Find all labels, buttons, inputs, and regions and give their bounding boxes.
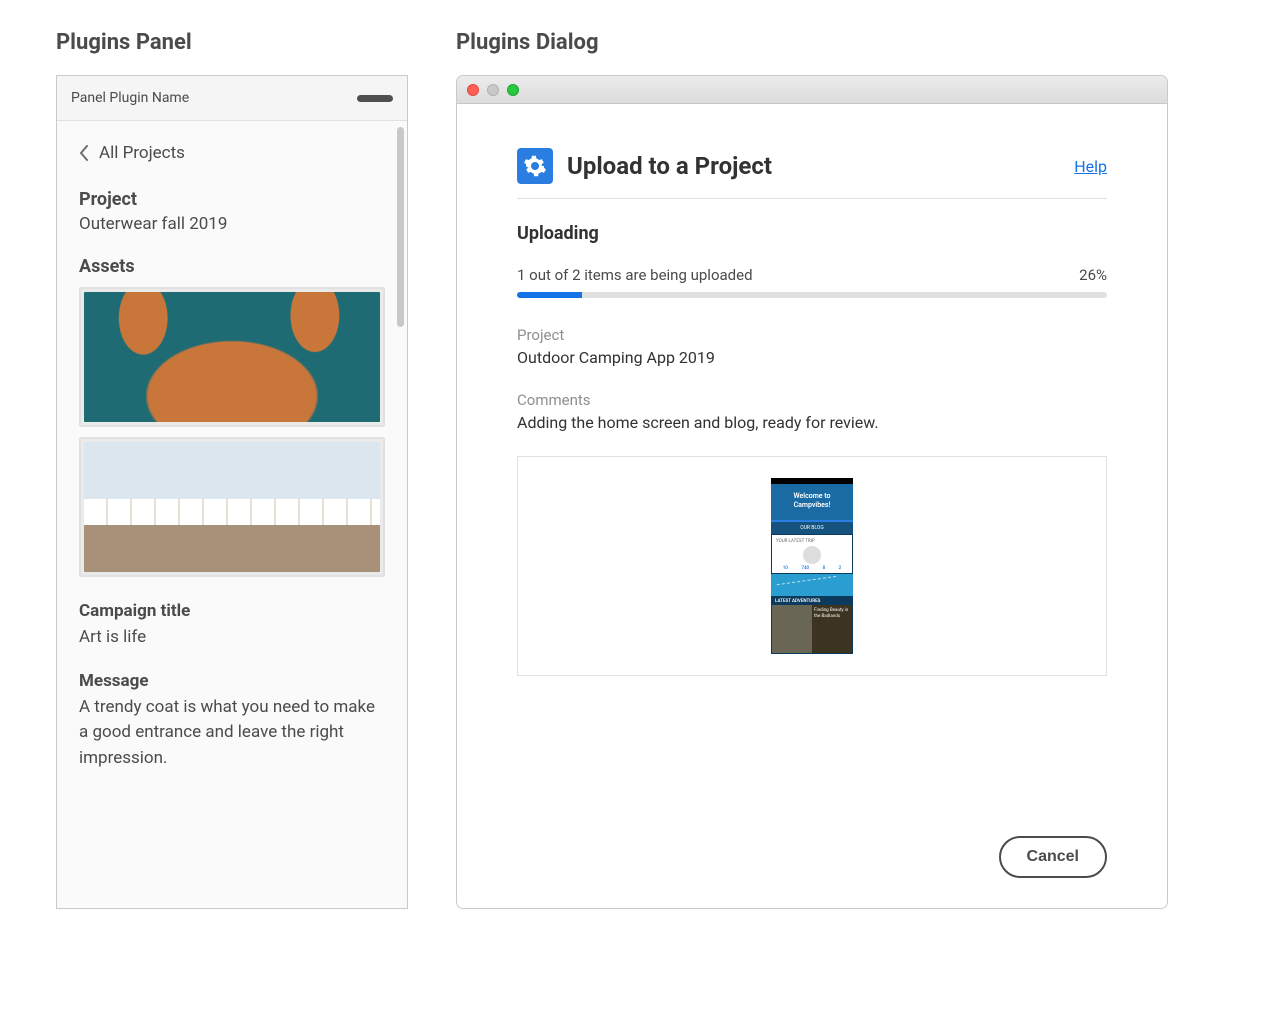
message-label: Message bbox=[79, 671, 385, 691]
project-label: Project bbox=[79, 189, 385, 210]
upload-preview: Welcome to Campvibes! OUR BLOG YOUR LATE… bbox=[517, 456, 1107, 676]
dialog-heading: Upload to a Project bbox=[567, 152, 1060, 180]
progress-status-text: 1 out of 2 items are being uploaded bbox=[517, 266, 753, 284]
window-titlebar bbox=[457, 76, 1167, 104]
comments-field-label: Comments bbox=[517, 391, 1107, 409]
cancel-button[interactable]: Cancel bbox=[999, 836, 1107, 878]
campaign-label: Campaign title bbox=[79, 601, 385, 621]
window-controls bbox=[467, 84, 519, 96]
assets-label: Assets bbox=[79, 256, 385, 277]
back-button[interactable]: All Projects bbox=[79, 143, 385, 163]
dialog-footer: Cancel bbox=[517, 836, 1107, 878]
message-value: A trendy coat is what you need to make a… bbox=[79, 695, 385, 772]
phone-mockup: Welcome to Campvibes! OUR BLOG YOUR LATE… bbox=[771, 478, 853, 654]
phone-adventures-label: LATEST ADVENTURES bbox=[771, 596, 853, 605]
panel-body: All Projects Project Outerwear fall 2019… bbox=[57, 121, 407, 908]
phone-blog-button: OUR BLOG bbox=[771, 520, 853, 534]
campaign-value: Art is life bbox=[79, 625, 385, 651]
project-field-label: Project bbox=[517, 326, 1107, 344]
progress-bar bbox=[517, 292, 1107, 298]
panel-header-handle[interactable] bbox=[357, 95, 393, 102]
panel-header-label: Panel Plugin Name bbox=[71, 90, 189, 106]
project-name: Outerwear fall 2019 bbox=[79, 214, 385, 234]
uploading-label: Uploading bbox=[517, 223, 1107, 244]
maximize-window-button[interactable] bbox=[507, 84, 519, 96]
dialog-body: Upload to a Project Help Uploading 1 out… bbox=[457, 104, 1167, 908]
project-field-value: Outdoor Camping App 2019 bbox=[517, 348, 1107, 367]
gear-icon bbox=[517, 148, 553, 184]
chevron-left-icon bbox=[79, 145, 89, 161]
progress-status-row: 1 out of 2 items are being uploaded 26% bbox=[517, 266, 1107, 284]
asset-thumbnail bbox=[84, 292, 380, 422]
asset-item[interactable] bbox=[79, 437, 385, 577]
help-link[interactable]: Help bbox=[1074, 157, 1107, 176]
close-window-button[interactable] bbox=[467, 84, 479, 96]
panel-scrollbar[interactable] bbox=[397, 127, 404, 327]
progress-fill bbox=[517, 292, 582, 298]
minimize-window-button[interactable] bbox=[487, 84, 499, 96]
back-label: All Projects bbox=[99, 143, 185, 163]
dialog-section-title: Plugins Dialog bbox=[456, 30, 1168, 55]
plugins-dialog: Upload to a Project Help Uploading 1 out… bbox=[456, 75, 1168, 909]
comments-field-value: Adding the home screen and blog, ready f… bbox=[517, 413, 1107, 432]
panel-section-title: Plugins Panel bbox=[56, 30, 408, 55]
assets-list bbox=[79, 287, 385, 577]
dialog-header: Upload to a Project Help bbox=[517, 148, 1107, 199]
phone-welcome: Welcome to Campvibes! bbox=[771, 484, 853, 520]
asset-thumbnail bbox=[84, 442, 380, 572]
phone-card-title: YOUR LATEST TRIP bbox=[776, 539, 848, 544]
plugins-panel: Panel Plugin Name All Projects Project O… bbox=[56, 75, 408, 909]
progress-percent: 26% bbox=[1079, 266, 1107, 284]
panel-header: Panel Plugin Name bbox=[57, 76, 407, 121]
asset-item[interactable] bbox=[79, 287, 385, 427]
